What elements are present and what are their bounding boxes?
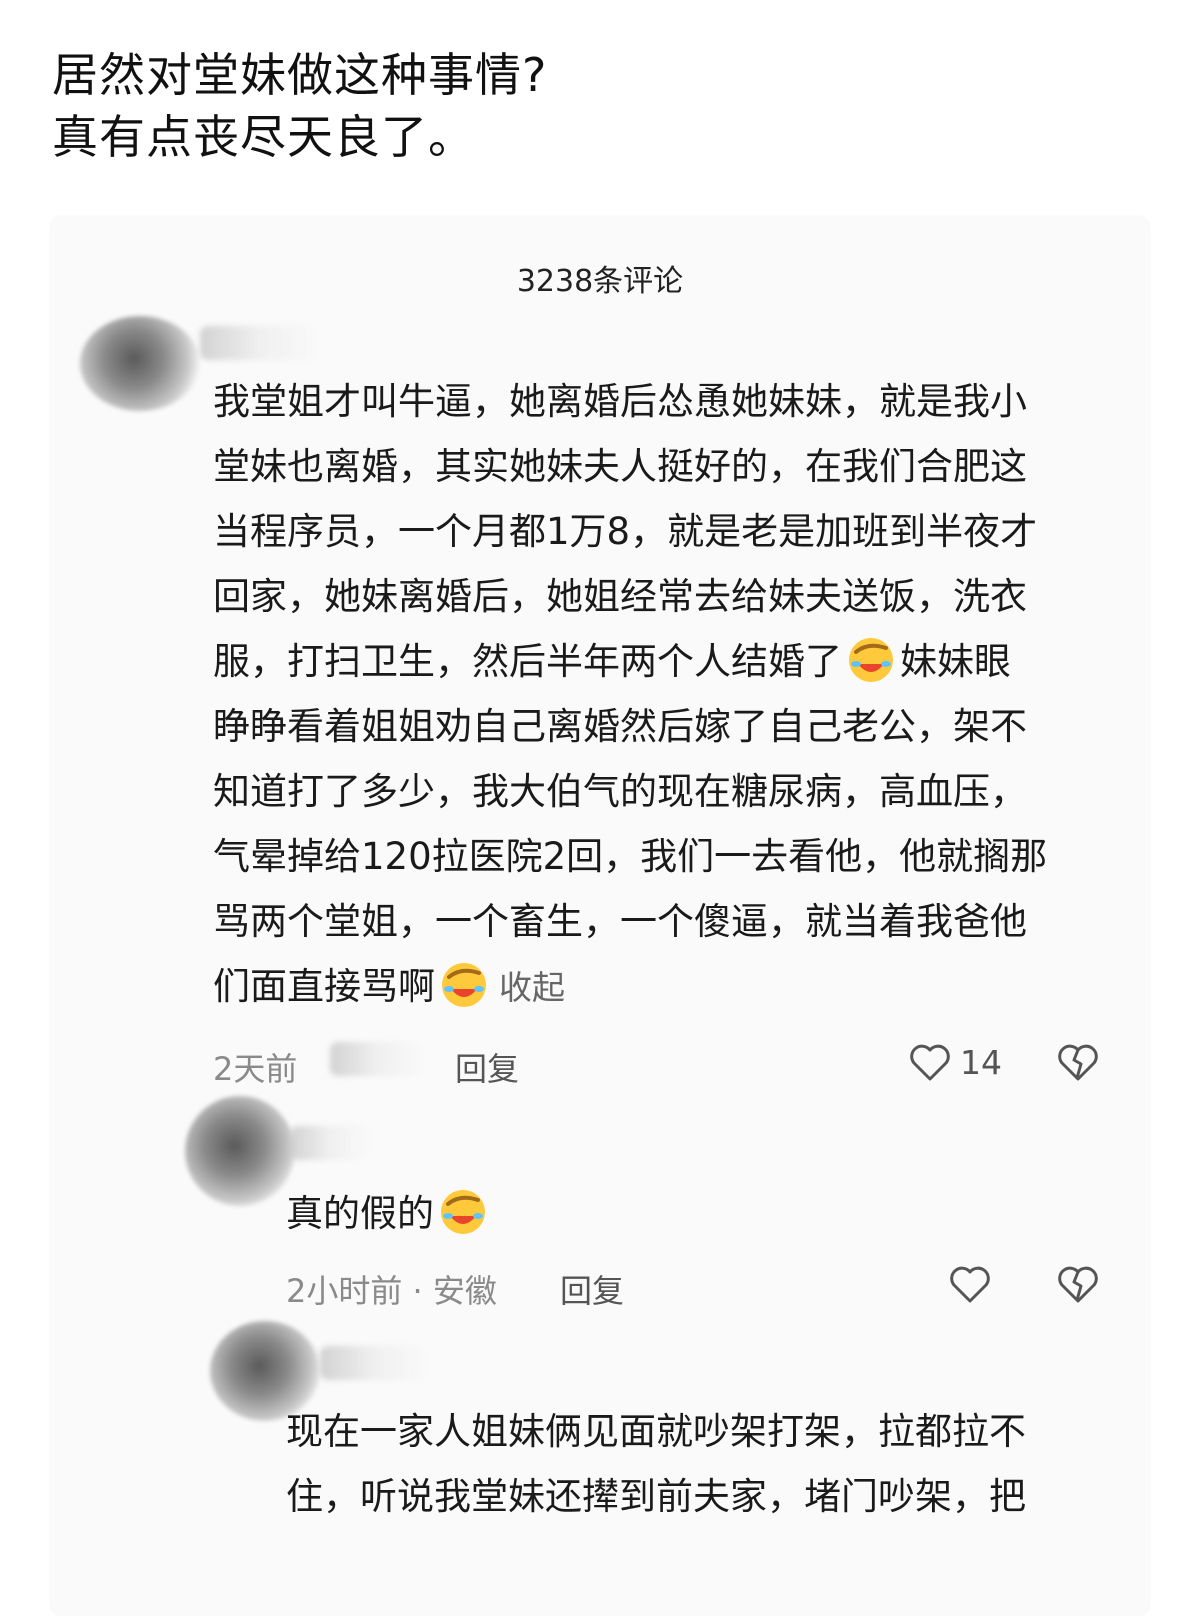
reply-button[interactable]: 回复 — [560, 1266, 624, 1312]
comment-line: 现在一家人姐妹俩见面就吵架打架，拉都拉不 — [286, 1410, 1026, 1453]
comment-meta: 2小时前 · 安徽 — [286, 1266, 497, 1312]
comment-line: 我堂姐才叫牛逼，她离婚后怂恿她妹妹，就是我小 — [213, 380, 1027, 423]
comment-body: 我堂姐才叫牛逼，她离婚后怂恿她妹妹，就是我小 堂妹也离婚，其实她妹夫人挺好的，在… — [213, 369, 1047, 1020]
like-button[interactable] — [948, 1264, 992, 1304]
reply-label: 回复 — [560, 1272, 625, 1310]
comment-body: 现在一家人姐妹俩见面就吵架打架，拉都拉不 住，听说我堂妹还撵到前夫家，堵门吵架，… — [286, 1399, 1026, 1529]
location-blurred — [330, 1042, 425, 1076]
comment-line: 气晕掉给120拉医院2回，我们一去看他，他就搁那 — [213, 835, 1048, 878]
headline-line-2: 真有点丧尽天良了。 — [52, 110, 475, 164]
reply-label: 回复 — [455, 1050, 520, 1088]
headline-line-1: 居然对堂妹做这种事情? — [52, 48, 548, 102]
comment-line-with-emoji: 服，打扫卫生，然后半年两个人结婚了 妹妹眼 — [213, 629, 1047, 694]
comment-line: 堂妹也离婚，其实她妹夫人挺好的，在我们合肥这 — [213, 445, 1027, 488]
dislike-button[interactable] — [1056, 1042, 1100, 1082]
facepalm-laugh-emoji — [442, 963, 486, 1007]
comment-line-segment: 妹妹眼 — [900, 640, 1011, 683]
reply-button[interactable]: 回复 — [455, 1044, 519, 1090]
like-button[interactable]: 14 — [908, 1042, 1002, 1082]
collapse-button[interactable]: 收起 — [499, 968, 565, 1007]
username-blurred[interactable] — [290, 1126, 370, 1160]
comment-line: 睁睁看着姐姐劝自己离婚然后嫁了自己老公，架不 — [213, 705, 1027, 748]
comment-line-segment: 真的假的 — [286, 1192, 434, 1235]
like-count: 14 — [960, 1042, 1002, 1082]
comment-line-segment: 们面直接骂啊 — [213, 965, 435, 1008]
comment-line: 回家，她妹离婚后，她姐经常去给妹夫送饭，洗衣 — [213, 575, 1027, 618]
broken-heart-icon — [1058, 1266, 1098, 1303]
avatar[interactable] — [185, 1096, 295, 1206]
comment-line: 住，听说我堂妹还撵到前夫家，堵门吵架，把 — [286, 1475, 1026, 1518]
comment-meta: 2天前 — [213, 1044, 297, 1090]
comment-line: 当程序员，一个月都1万8，就是老是加班到半夜才 — [213, 510, 1038, 553]
comments-panel: 3238条评论 我堂姐才叫牛逼，她离婚后怂恿她妹妹，就是我小 堂妹也离婚，其实她… — [50, 216, 1150, 1616]
comment-time: 2天前 — [213, 1050, 298, 1088]
avatar[interactable] — [80, 316, 200, 411]
username-blurred[interactable] — [320, 1346, 430, 1380]
comments-count-title: 3238条评论 — [516, 264, 684, 299]
heart-outline-icon — [910, 1044, 950, 1081]
heart-outline-icon — [950, 1266, 990, 1303]
username-blurred[interactable] — [200, 326, 320, 360]
broken-heart-icon — [1058, 1044, 1098, 1081]
facepalm-laugh-emoji — [441, 1190, 485, 1234]
comment-body: 真的假的 — [286, 1181, 492, 1246]
comment-line: 骂两个堂姐，一个畜生，一个傻逼，就当着我爸他 — [213, 900, 1027, 943]
comment-time: 2小时前 · 安徽 — [286, 1272, 497, 1310]
facepalm-laugh-emoji — [849, 638, 893, 682]
comment-line-segment: 服，打扫卫生，然后半年两个人结婚了 — [213, 640, 842, 683]
dislike-button[interactable] — [1056, 1264, 1100, 1304]
comment-line-with-emoji: 们面直接骂啊 收起 — [213, 954, 1047, 1020]
comment-line: 知道打了多少，我大伯气的现在糖尿病，高血压， — [213, 770, 1027, 813]
post-headline: 居然对堂妹做这种事情? 真有点丧尽天良了。 — [52, 44, 547, 168]
comment-line-with-emoji: 真的假的 — [286, 1181, 492, 1246]
